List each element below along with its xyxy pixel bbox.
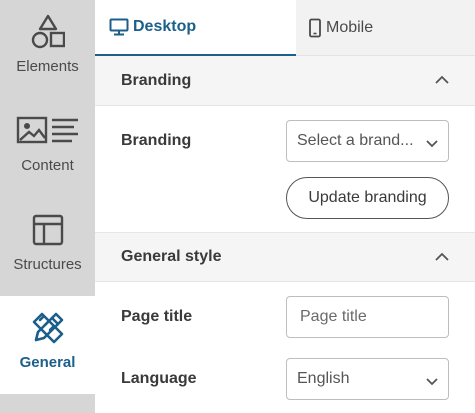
sidebar-item-general[interactable]: General — [0, 296, 95, 394]
update-branding-button[interactable]: Update branding — [286, 177, 449, 219]
sidebar-item-label: Content — [21, 157, 74, 174]
section-title: Branding — [121, 71, 192, 89]
language-select-value: English — [297, 370, 350, 387]
language-label: Language — [121, 370, 197, 387]
mobile-icon — [308, 18, 322, 38]
sidebar: Elements Content Structures General — [0, 0, 95, 413]
sidebar-item-content[interactable]: Content — [0, 99, 95, 198]
sidebar-item-label: Elements — [16, 58, 79, 75]
general-style-section-header[interactable]: General style — [95, 232, 475, 282]
chevron-down-icon — [426, 135, 438, 153]
branding-select-value: Select a brand... — [297, 132, 414, 149]
chevron-down-icon — [426, 373, 438, 391]
tab-label: Desktop — [133, 18, 197, 35]
branding-select[interactable]: Select a brand... — [286, 120, 449, 162]
branding-label: Branding — [121, 132, 192, 149]
tab-desktop[interactable]: Desktop — [95, 0, 296, 56]
image-text-icon — [16, 111, 80, 151]
layout-icon — [31, 210, 65, 250]
page-title-input[interactable] — [286, 296, 449, 338]
tab-label: Mobile — [326, 18, 374, 36]
sidebar-item-structures[interactable]: Structures — [0, 198, 95, 297]
section-title: General style — [121, 248, 222, 265]
tab-mobile[interactable]: Mobile — [296, 0, 475, 56]
monitor-icon — [109, 18, 129, 36]
sidebar-item-label: General — [19, 354, 76, 371]
pencil-ruler-icon — [30, 308, 66, 348]
language-select[interactable]: English — [286, 358, 449, 400]
chevron-up-icon — [435, 249, 449, 267]
shapes-icon — [31, 12, 65, 52]
sidebar-item-label: Structures — [13, 256, 82, 273]
device-tabs: Desktop Mobile — [95, 0, 475, 56]
settings-panel: Desktop Mobile Branding Branding Select … — [95, 0, 475, 413]
branding-section-header[interactable]: Branding — [95, 56, 475, 106]
chevron-up-icon — [435, 72, 449, 90]
sidebar-item-elements[interactable]: Elements — [0, 0, 95, 99]
page-title-label: Page title — [121, 308, 193, 325]
